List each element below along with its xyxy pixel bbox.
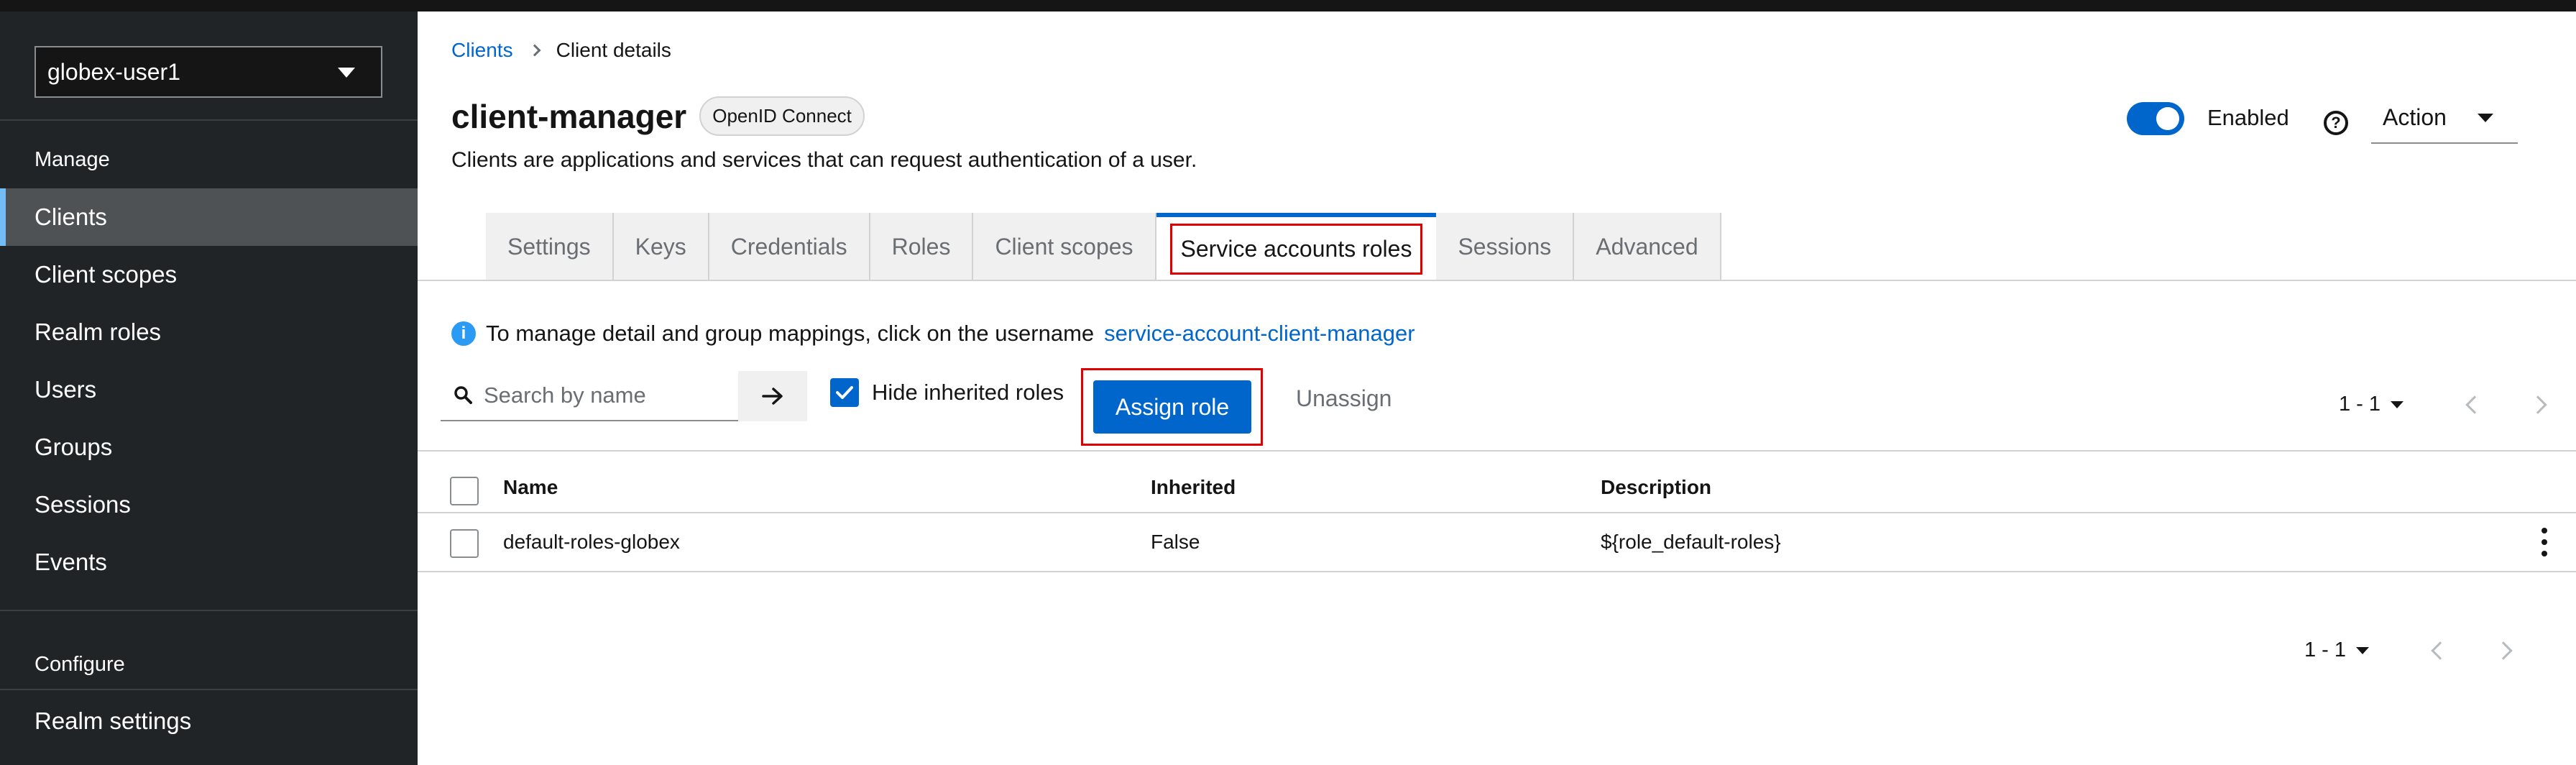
breadcrumb-current: Client details [556,39,671,61]
caret-down-icon [2391,400,2404,408]
enabled-toggle[interactable] [2127,102,2184,135]
pagination-count: 1 - 1 [2304,638,2347,661]
chevron-left-icon[interactable] [2431,641,2450,660]
tab-label: Service accounts roles [1169,223,1423,275]
assign-role-button[interactable]: Assign role [1093,380,1251,434]
sidebar-item-events[interactable]: Events [0,533,418,591]
sidebar-item-clients[interactable]: Clients [0,188,418,246]
unassign-button[interactable]: Unassign [1296,385,1392,412]
caret-down-icon [2478,114,2493,122]
tab-label: Sessions [1458,233,1552,260]
sidebar-item-label: Client scopes [34,261,178,288]
select-all-checkbox[interactable] [450,477,479,505]
tab-label: Settings [507,233,591,260]
page-title: client-manager [451,97,687,135]
pagination-count: 1 - 1 [2339,393,2381,416]
protocol-badge: OpenID Connect [699,96,865,136]
hide-inherited-roles-checkbox[interactable]: Hide inherited roles [830,378,1064,407]
search-submit-button[interactable] [738,371,807,421]
sidebar-item-realm-roles[interactable]: Realm roles [0,303,418,361]
pagination-toggle[interactable]: 1 - 1 [2304,638,2370,662]
sidebar-item-label: Events [34,549,107,575]
action-dropdown[interactable]: Action [2371,92,2518,144]
action-dropdown-label: Action [2383,104,2447,130]
info-alert: i To manage detail and group mappings, c… [451,321,1415,347]
title-row: client-manager OpenID Connect [451,96,865,136]
info-text: To manage detail and group mappings, cli… [486,321,1095,346]
search-input[interactable] [484,371,728,420]
sidebar: globex-user1 Manage Clients Client scope… [0,12,418,765]
chevron-right-icon [528,44,541,57]
tabs-divider [418,280,2576,281]
caret-down-icon [2356,646,2370,654]
page-subtitle: Clients are applications and services th… [451,148,1197,172]
sidebar-section-configure: Configure [34,653,125,676]
tab-label: Advanced [1596,233,1698,260]
top-pagination: 1 - 1 [2339,393,2547,416]
tab-label: Client scopes [995,233,1133,260]
info-icon: i [451,321,476,346]
sidebar-item-client-scopes[interactable]: Client scopes [0,246,418,303]
sidebar-item-label: Realm roles [34,319,162,345]
breadcrumb: Clients Client details [451,39,671,62]
sidebar-item-label: Realm settings [34,707,192,734]
pagination-toggle[interactable]: 1 - 1 [2339,393,2404,416]
tab-label: Keys [635,233,686,260]
caret-down-icon [338,68,355,78]
sidebar-item-realm-settings[interactable]: Realm settings [0,692,418,750]
table-header-row: Name Inherited Description [418,450,2576,513]
column-header-inherited: Inherited [1151,476,1236,498]
sidebar-item-groups[interactable]: Groups [0,418,418,476]
role-name: default-roles-globex [503,531,680,553]
tab-credentials[interactable]: Credentials [709,213,870,280]
tab-client-scopes[interactable]: Client scopes [973,213,1156,280]
column-header-name[interactable]: Name [503,476,558,499]
tab-settings[interactable]: Settings [486,213,614,280]
role-inherited: False [1151,531,1200,553]
role-description: ${role_default-roles} [1601,531,1781,553]
hide-inherited-roles-label: Hide inherited roles [872,380,1064,405]
sidebar-item-label: Users [34,376,97,403]
row-checkbox[interactable] [450,529,479,558]
arrow-right-icon [762,388,783,405]
masthead-strip [0,0,2576,12]
sidebar-section-manage: Manage [34,148,110,171]
sidebar-item-label: Clients [34,203,107,230]
enabled-toggle-label: Enabled [2207,105,2289,130]
sidebar-item-label: Groups [34,434,113,460]
chevron-right-icon[interactable] [2494,641,2513,660]
tab-sessions[interactable]: Sessions [1436,213,1575,280]
sidebar-divider [0,119,418,121]
breadcrumb-clients-link[interactable]: Clients [451,39,513,62]
checkbox-checked-icon[interactable] [830,378,859,407]
chevron-right-icon[interactable] [2529,395,2547,414]
tab-label: Credentials [730,233,847,260]
sidebar-item-sessions[interactable]: Sessions [0,476,418,533]
sidebar-item-users[interactable]: Users [0,361,418,418]
realm-selector[interactable]: globex-user1 [34,46,382,98]
tab-bar: Settings Keys Credentials Roles Client s… [486,213,1721,280]
tab-service-accounts-roles[interactable]: Service accounts roles [1156,213,1437,280]
assign-role-highlight: Assign role [1081,368,1263,446]
sidebar-divider [0,610,418,611]
search-box [441,371,738,421]
tab-roles[interactable]: Roles [870,213,974,280]
sidebar-divider [0,689,418,690]
sidebar-item-label: Sessions [34,491,131,518]
service-account-user-link[interactable]: service-account-client-manager [1104,321,1414,347]
kebab-menu-icon[interactable] [2542,528,2547,556]
realm-selector-label: globex-user1 [47,58,180,85]
table-row: default-roles-globex False ${role_defaul… [418,513,2576,572]
chevron-left-icon[interactable] [2465,395,2484,414]
tab-label: Roles [891,233,951,260]
tab-keys[interactable]: Keys [613,213,709,280]
bottom-pagination: 1 - 1 [2304,638,2513,662]
column-header-description: Description [1601,476,1712,498]
help-icon[interactable]: ? [2324,111,2348,135]
tab-advanced[interactable]: Advanced [1574,213,1721,280]
main-content: Clients Client details client-manager Op… [418,12,2576,765]
search-icon [454,386,472,404]
